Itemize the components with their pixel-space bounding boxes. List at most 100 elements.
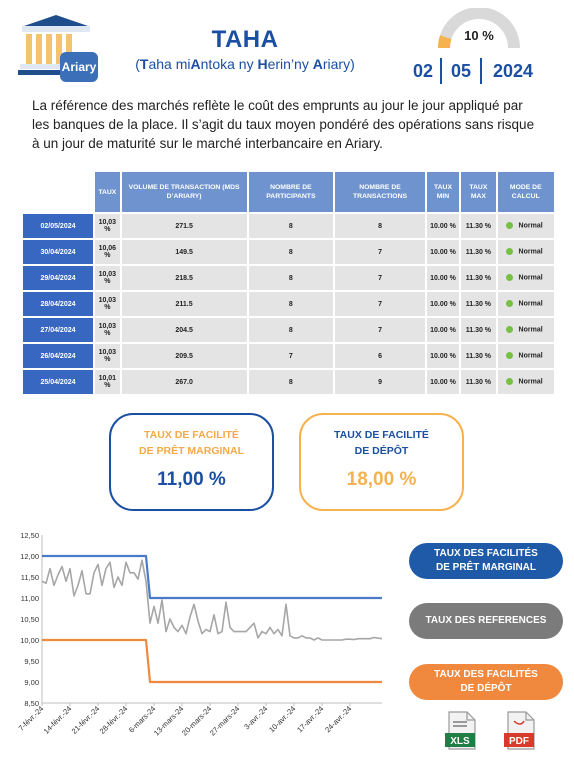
subtitle-part: erin’ny bbox=[267, 56, 313, 72]
row-participants: 7 bbox=[248, 344, 334, 368]
row-taux: 10,03 % bbox=[95, 318, 120, 342]
pret-button-line-1: TAUX DES FACILITÉS bbox=[434, 548, 538, 559]
table-row: 30/04/2024 10,06 % 149.5 8 7 10.00 % 11.30 % No… bbox=[23, 240, 554, 264]
gauge-value: 10 % bbox=[464, 28, 494, 43]
row-min: 10.00 % bbox=[426, 370, 460, 394]
depot-button[interactable]: TAUX DES FACILITÉS DE DÉPÔT bbox=[409, 664, 563, 700]
table-row: 02/05/2024 10,03 % 271.5 8 8 10.00 % 11.30 % No… bbox=[23, 214, 554, 238]
pdf-download-icon[interactable]: PDF bbox=[502, 711, 538, 751]
x-tick-label: 21-févr.-24 bbox=[70, 704, 102, 736]
date-year: 2024 bbox=[492, 60, 534, 81]
subtitle-part: aha mi bbox=[148, 56, 191, 72]
table-row: 29/04/2024 10,03 % 218.5 8 7 10.00 % 11.30 % No… bbox=[23, 266, 554, 290]
row-volume: 209.5 bbox=[121, 344, 247, 368]
mode-label: Normal bbox=[518, 352, 543, 360]
series-line-2 bbox=[41, 559, 383, 641]
row-participants: 8 bbox=[248, 214, 334, 238]
row-min: 10.00 % bbox=[426, 318, 460, 342]
row-min: 10.00 % bbox=[426, 344, 460, 368]
row-date: 29/04/2024 bbox=[23, 266, 93, 290]
y-tick-label: 11,00 bbox=[21, 594, 39, 603]
mode-label: Normal bbox=[518, 300, 543, 308]
header-mode: MODE DE CALCUL bbox=[497, 172, 554, 212]
xls-download-icon[interactable]: XLS bbox=[443, 711, 479, 751]
row-participants: 8 bbox=[248, 240, 334, 264]
header-volume: VOLUME DE TRANSACTION (MDS D’ARIARY) bbox=[121, 172, 247, 212]
row-date: 26/04/2024 bbox=[23, 344, 93, 368]
depot-label-line-2: DE DÉPÔT bbox=[354, 445, 409, 457]
row-date: 30/04/2024 bbox=[23, 240, 93, 264]
header-blank bbox=[23, 172, 93, 212]
row-max: 11.30 % bbox=[461, 240, 496, 264]
row-mode: Normal bbox=[497, 266, 554, 290]
logo-label: Ariary bbox=[62, 60, 97, 74]
pret-marginal-button[interactable]: TAUX DES FACILITÉS DE PRÊT MARGINAL bbox=[409, 543, 563, 579]
row-volume: 218.5 bbox=[121, 266, 247, 290]
row-participants: 8 bbox=[248, 318, 334, 342]
row-mode: Normal bbox=[497, 240, 554, 264]
y-tick-label: 9,00 bbox=[24, 678, 39, 687]
x-tick-label: 10-avr.-24 bbox=[267, 704, 297, 734]
row-transactions: 7 bbox=[335, 240, 425, 264]
y-tick-label: 12,00 bbox=[20, 552, 39, 561]
row-participants: 8 bbox=[248, 370, 334, 394]
rates-table: TAUX VOLUME DE TRANSACTION (MDS D’ARIARY… bbox=[21, 170, 556, 396]
ariary-logo: Ariary bbox=[18, 15, 98, 82]
rates-chart: 12,5012,0011,5011,0010,5010,009,509,008,… bbox=[17, 531, 383, 738]
depot-value: 18,00 % bbox=[346, 469, 417, 490]
status-dot-icon bbox=[505, 248, 513, 256]
status-dot-icon bbox=[505, 378, 513, 386]
row-transactions: 9 bbox=[335, 370, 425, 394]
status-dot-icon bbox=[505, 300, 513, 308]
status-dot-icon bbox=[505, 222, 513, 230]
page-subtitle: (Taha miAntoka ny Herin’ny Ariary) bbox=[120, 56, 370, 72]
header-taux: TAUX bbox=[95, 172, 120, 212]
x-tick-label: 28-févr.-24 bbox=[98, 704, 130, 736]
depot-label-line-1: TAUX DE FACILITÉ bbox=[334, 429, 429, 441]
row-min: 10.00 % bbox=[426, 266, 460, 290]
pret-label-line-1: TAUX DE FACILITÉ bbox=[144, 429, 239, 441]
row-transactions: 7 bbox=[335, 318, 425, 342]
y-tick-label: 9,50 bbox=[24, 657, 39, 666]
row-volume: 267.0 bbox=[121, 370, 247, 394]
row-taux: 10,06 % bbox=[95, 240, 120, 264]
table-row: 26/04/2024 10,03 % 209.5 7 6 10.00 % 11.30 % No… bbox=[23, 344, 554, 368]
row-date: 27/04/2024 bbox=[23, 318, 93, 342]
x-tick-label: 3-avr.-24 bbox=[242, 704, 269, 731]
row-min: 10.00 % bbox=[426, 214, 460, 238]
logo-roof bbox=[24, 15, 88, 26]
table-row: 27/04/2024 10,03 % 204.5 8 7 10.00 % 11.30 % No… bbox=[23, 318, 554, 342]
references-button-label: TAUX DES REFERENCES bbox=[425, 615, 547, 626]
pret-label-line-2: DE PRÊT MARGINAL bbox=[139, 445, 244, 457]
row-mode: Normal bbox=[497, 214, 554, 238]
header-participants: NOMBRE DE PARTICIPANTS bbox=[248, 172, 334, 212]
row-date: 28/04/2024 bbox=[23, 292, 93, 316]
subtitle-part: ntoka ny bbox=[200, 56, 258, 72]
depot-button-line-1: TAUX DES FACILITÉS bbox=[434, 669, 538, 680]
header-taux-max: TAUX MAX bbox=[461, 172, 496, 212]
logo-architrave bbox=[22, 26, 90, 32]
x-tick-label: 17-avr.-24 bbox=[295, 704, 325, 734]
row-max: 11.30 % bbox=[461, 344, 496, 368]
y-tick-label: 11,50 bbox=[21, 573, 39, 582]
pret-marginal-label: TAUX DE FACILITÉ DE PRÊT MARGINAL bbox=[111, 427, 272, 459]
row-taux: 10,03 % bbox=[95, 344, 120, 368]
row-mode: Normal bbox=[497, 370, 554, 394]
row-volume: 271.5 bbox=[121, 214, 247, 238]
references-button[interactable]: TAUX DES REFERENCES bbox=[409, 603, 563, 639]
header-transactions: NOMBRE DE TRANSACTIONS bbox=[335, 172, 425, 212]
row-taux: 10,03 % bbox=[95, 266, 120, 290]
report-date: 02 05 2024 bbox=[406, 57, 556, 85]
row-date: 02/05/2024 bbox=[23, 214, 93, 238]
depot-box: TAUX DE FACILITÉ DE DÉPÔT 18,00 % bbox=[299, 413, 464, 511]
mode-label: Normal bbox=[518, 378, 543, 386]
subtitle-part: H bbox=[257, 56, 268, 72]
description: La référence des marchés reflète le coût… bbox=[32, 98, 535, 151]
x-tick-label: 7-févr.-24 bbox=[17, 704, 46, 733]
row-date: 25/04/2024 bbox=[23, 370, 93, 394]
pdf-label: PDF bbox=[509, 736, 529, 747]
x-tick-label: 24-avr.-24 bbox=[323, 704, 353, 734]
pret-button-line-2: DE PRÊT MARGINAL bbox=[436, 562, 536, 573]
pret-marginal-box: TAUX DE FACILITÉ DE PRÊT MARGINAL 11,00 … bbox=[109, 413, 274, 511]
row-mode: Normal bbox=[497, 292, 554, 316]
